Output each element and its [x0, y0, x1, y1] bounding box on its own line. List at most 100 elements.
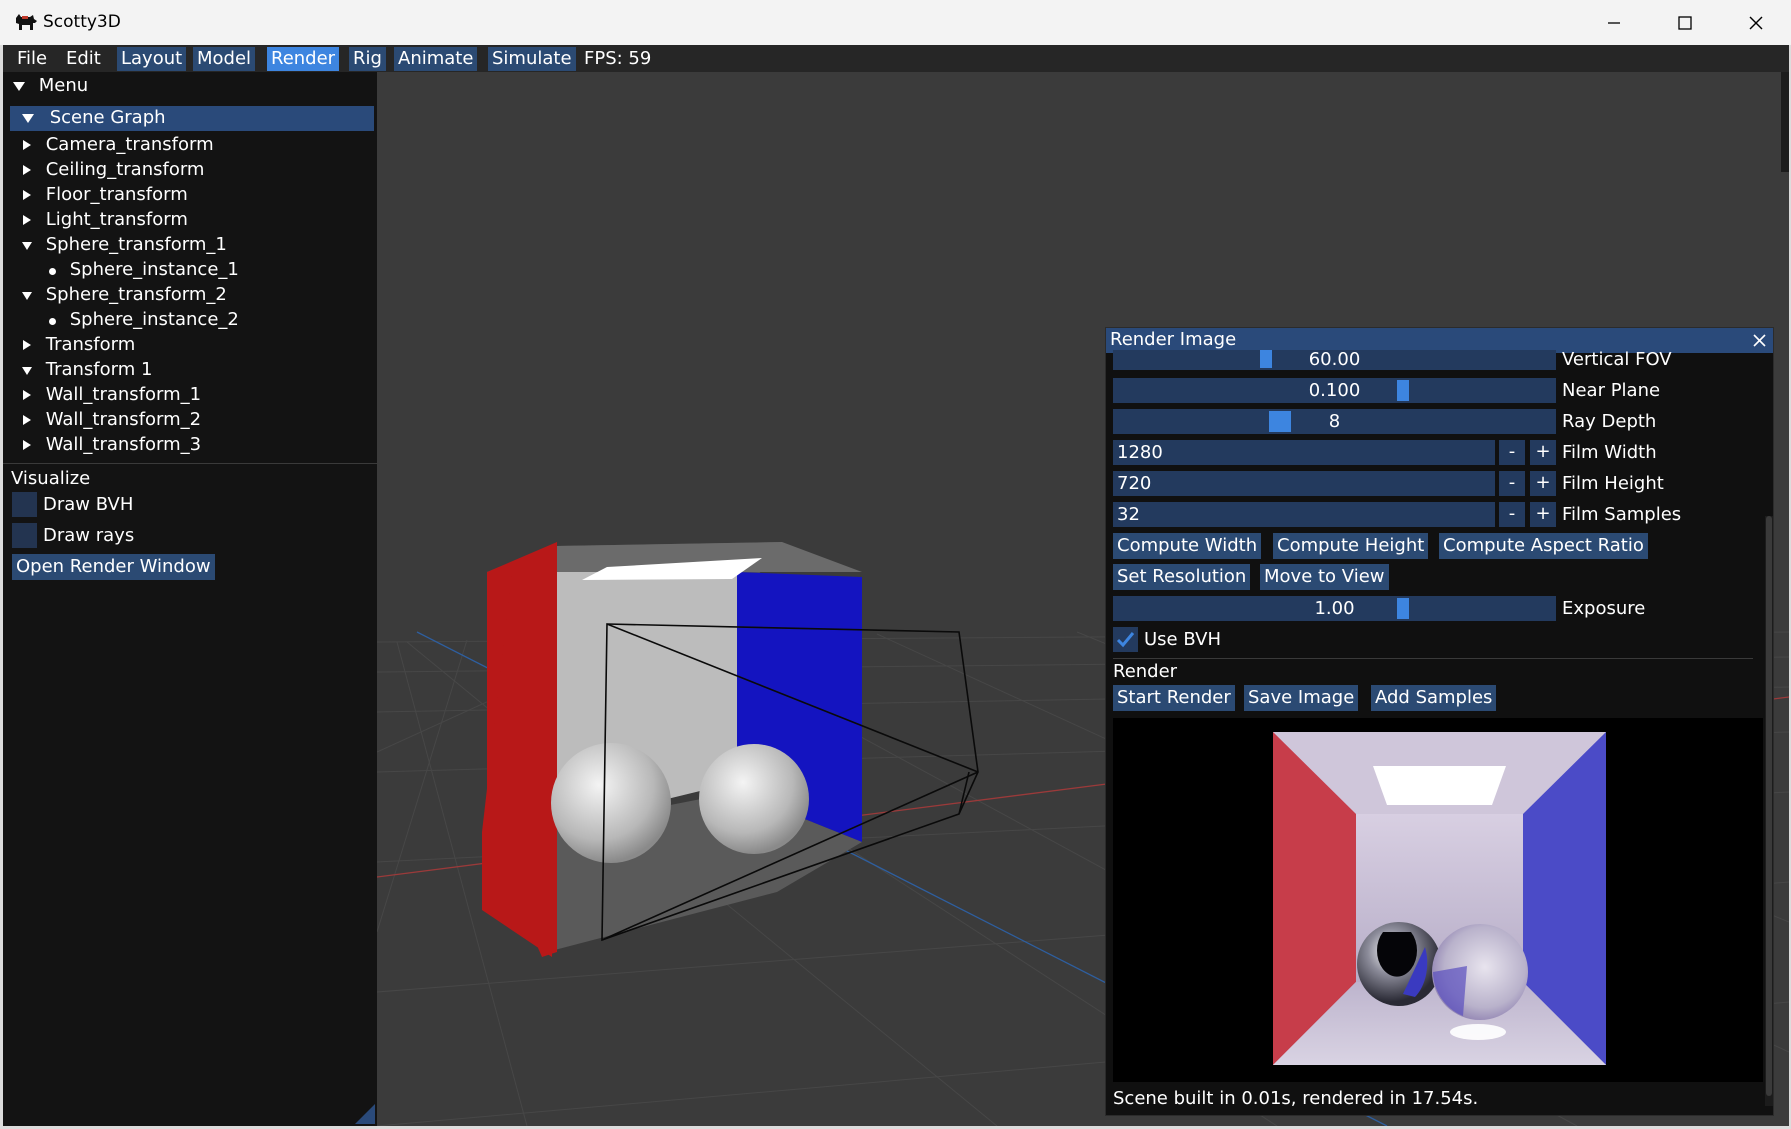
mode-render[interactable]: Render — [267, 47, 340, 71]
expand-arrow-icon — [23, 140, 31, 150]
compute-aspect-ratio-button[interactable]: Compute Aspect Ratio — [1439, 533, 1648, 559]
ray-depth-slider[interactable]: 8 — [1113, 409, 1556, 434]
add-samples-button[interactable]: Add Samples — [1371, 685, 1497, 711]
tree-item-wall-transform-3[interactable]: Wall_transform_3 — [23, 433, 201, 457]
tree-item-label: Wall_transform_3 — [45, 434, 202, 455]
tree-item-sphere-transform-1[interactable]: Sphere_transform_1 — [22, 233, 227, 257]
tree-item-transform[interactable]: Transform — [23, 333, 135, 357]
render-window-scrollbar[interactable] — [1765, 516, 1773, 1106]
expand-arrow-icon — [23, 165, 31, 175]
film-width-decrement[interactable]: - — [1499, 440, 1525, 465]
close-icon[interactable] — [1752, 333, 1767, 348]
film-samples-input[interactable]: 32 — [1113, 502, 1495, 527]
collapse-arrow-icon — [22, 292, 32, 300]
tree-item-sphere-instance-1[interactable]: Sphere_instance_1 — [49, 258, 239, 282]
tree-item-wall-transform-2[interactable]: Wall_transform_2 — [23, 408, 201, 432]
use-bvh-checkbox[interactable] — [1113, 627, 1138, 652]
exposure-value: 1.00 — [1314, 598, 1355, 619]
near-plane-slider[interactable]: 0.100 — [1113, 378, 1556, 403]
tree-item-transform-1[interactable]: Transform 1 — [22, 358, 152, 382]
minimize-button[interactable] — [1579, 0, 1649, 45]
film-height-increment[interactable]: + — [1530, 471, 1556, 496]
close-button[interactable] — [1721, 0, 1791, 45]
exposure-slider[interactable]: 1.00 — [1113, 596, 1556, 621]
menu-edit[interactable]: Edit — [62, 47, 105, 71]
tree-item-label: Wall_transform_1 — [45, 384, 202, 405]
tree-item-label: Ceiling_transform — [45, 159, 205, 180]
tree-item-wall-transform-1[interactable]: Wall_transform_1 — [23, 383, 201, 407]
save-image-button[interactable]: Save Image — [1244, 685, 1359, 711]
maximize-button[interactable] — [1650, 0, 1720, 45]
tree-item-light-transform[interactable]: Light_transform — [23, 208, 188, 232]
render-image-window: Render Image 60.00 Vertical FOV 0.100 Ne… — [1105, 327, 1774, 1116]
close-icon — [1749, 16, 1763, 29]
tree-item-ceiling-transform[interactable]: Ceiling_transform — [23, 158, 204, 182]
film-samples-label: Film Samples — [1562, 504, 1682, 525]
bullet-icon — [49, 268, 56, 275]
film-width-label: Film Width — [1562, 442, 1657, 463]
maximize-icon — [1678, 15, 1692, 30]
film-height-label: Film Height — [1562, 473, 1664, 494]
scene-graph-header[interactable]: Scene Graph — [10, 106, 374, 131]
tree-item-label: Sphere_transform_2 — [45, 284, 227, 305]
rendered-image — [1273, 732, 1606, 1065]
tree-item-label: Camera_transform — [45, 134, 214, 155]
tree-item-sphere-instance-2[interactable]: Sphere_instance_2 — [49, 308, 239, 332]
film-height-input[interactable]: 720 — [1113, 471, 1495, 496]
draw-bvh-checkbox[interactable] — [12, 492, 37, 517]
window-titlebar: Scotty3D — [0, 0, 1791, 45]
expand-arrow-icon — [23, 415, 31, 425]
tree-item-label: Floor_transform — [45, 184, 188, 205]
viewport-scrollbar[interactable] — [1781, 72, 1789, 172]
vertical-fov-label: Vertical FOV — [1562, 349, 1672, 370]
tree-item-floor-transform[interactable]: Floor_transform — [23, 183, 188, 207]
mode-animate[interactable]: Animate — [394, 47, 478, 71]
resize-grip-icon[interactable] — [355, 1104, 375, 1124]
render-status: Scene built in 0.01s, rendered in 17.54s… — [1113, 1088, 1479, 1109]
open-render-window-button[interactable]: Open Render Window — [12, 554, 215, 580]
vertical-fov-slider[interactable]: 60.00 — [1113, 350, 1556, 370]
tree-item-sphere-transform-2[interactable]: Sphere_transform_2 — [22, 283, 227, 307]
left-panel: Menu Scene Graph Camera_transform Ceilin… — [3, 72, 377, 1126]
compute-width-button[interactable]: Compute Width — [1113, 533, 1262, 559]
expand-arrow-icon — [23, 215, 31, 225]
menu-header-label: Menu — [38, 75, 89, 96]
mode-layout[interactable]: Layout — [117, 47, 187, 71]
expand-arrow-icon — [23, 190, 31, 200]
mode-model[interactable]: Model — [193, 47, 256, 71]
mode-simulate[interactable]: Simulate — [488, 47, 576, 71]
checkmark-icon — [1116, 632, 1135, 648]
draw-rays-checkbox[interactable] — [12, 523, 37, 548]
vertical-fov-value: 60.00 — [1308, 350, 1361, 370]
tree-item-camera-transform[interactable]: Camera_transform — [23, 133, 214, 157]
film-width-increment[interactable]: + — [1530, 440, 1556, 465]
film-samples-increment[interactable]: + — [1530, 502, 1556, 527]
ray-depth-value: 8 — [1328, 411, 1341, 432]
menubar: File Edit Layout Model Render Rig Animat… — [3, 45, 1789, 72]
scrollbar-thumb[interactable] — [1766, 516, 1772, 1096]
scotty-dog-icon — [16, 14, 37, 30]
cornell-box-model — [482, 542, 979, 957]
exposure-label: Exposure — [1562, 598, 1646, 619]
film-width-input[interactable]: 1280 — [1113, 440, 1495, 465]
mode-rig[interactable]: Rig — [349, 47, 386, 71]
collapse-arrow-icon — [22, 242, 32, 250]
menu-file[interactable]: File — [13, 47, 51, 71]
tree-item-label: Wall_transform_2 — [45, 409, 202, 430]
film-samples-value: 32 — [1117, 504, 1140, 525]
tree-item-label: Transform — [45, 334, 136, 355]
collapse-arrow-icon — [22, 114, 34, 123]
collapse-arrow-icon — [22, 367, 32, 375]
film-samples-decrement[interactable]: - — [1499, 502, 1525, 527]
tree-item-label: Sphere_transform_1 — [45, 234, 227, 255]
render-section-header: Render — [1113, 661, 1178, 682]
start-render-button[interactable]: Start Render — [1113, 685, 1235, 711]
expand-arrow-icon — [23, 390, 31, 400]
near-plane-label: Near Plane — [1562, 380, 1661, 401]
film-height-decrement[interactable]: - — [1499, 471, 1525, 496]
set-resolution-button[interactable]: Set Resolution — [1113, 564, 1251, 590]
compute-height-button[interactable]: Compute Height — [1273, 533, 1429, 559]
move-to-view-button[interactable]: Move to View — [1260, 564, 1389, 590]
render-window-title: Render Image — [1110, 329, 1237, 350]
menu-header[interactable]: Menu — [13, 74, 88, 98]
